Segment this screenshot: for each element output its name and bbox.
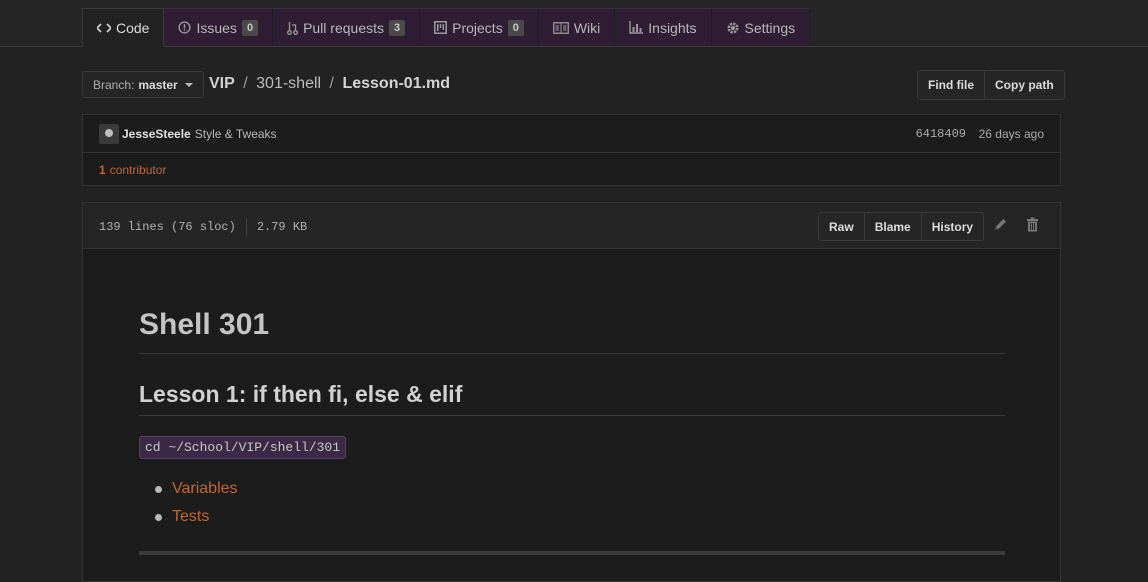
breadcrumb: VIP / 301-shell / Lesson-01.md [209, 75, 450, 93]
file-line-count: 139 lines (76 sloc) [99, 220, 236, 234]
copy-path-button[interactable]: Copy path [985, 71, 1064, 99]
pencil-icon[interactable] [993, 217, 1008, 237]
code-icon [97, 22, 111, 34]
tab-settings[interactable]: Settings [711, 8, 811, 46]
commit-sha-link[interactable]: 6418409 [916, 127, 966, 141]
link-list: Variables Tests [139, 475, 1005, 531]
find-file-button[interactable]: Find file [918, 71, 985, 99]
repo-tabs: Code Issues 0 Pull requests 3 Projects 0 [82, 8, 811, 47]
pull-request-icon [287, 21, 299, 35]
gear-icon [726, 21, 740, 35]
history-button[interactable]: History [922, 213, 983, 240]
readme-content: Shell 301 Lesson 1: if then fi, else & e… [139, 263, 1005, 555]
repo-nav-bar: Code Issues 0 Pull requests 3 Projects 0 [0, 0, 1148, 47]
contributor-count: 1 [99, 163, 106, 177]
inline-code: cd ~/School/VIP/shell/301 [139, 436, 347, 459]
contributor-label: contributor [109, 163, 167, 177]
tab-issues[interactable]: Issues 0 [164, 8, 274, 46]
variables-link[interactable]: Variables [172, 480, 238, 498]
list-item: Variables [155, 475, 1005, 503]
commit-author-link[interactable]: JesseSteele [122, 127, 191, 141]
tab-code[interactable]: Code [82, 8, 165, 47]
commit-tease: JesseSteele Style & Tweaks 6418409 26 da… [82, 114, 1061, 186]
tab-issues-label: Issues [196, 19, 237, 36]
tests-link[interactable]: Tests [172, 508, 209, 526]
file-nav-button-group: Find file Copy path [917, 70, 1065, 100]
bullet-icon [155, 485, 162, 493]
project-icon [434, 21, 448, 34]
chevron-down-icon [184, 82, 193, 87]
commit-message-link[interactable]: Style & Tweaks [195, 127, 277, 141]
tab-code-label: Code [116, 19, 150, 36]
file-info: 139 lines (76 sloc) 2.79 KB [99, 218, 307, 236]
tab-wiki-label: Wiki [573, 19, 601, 36]
heading-1: Shell 301 [139, 307, 1005, 354]
tab-insights[interactable]: Insights [615, 8, 712, 46]
contributors-row[interactable]: 1 contributor [83, 153, 1060, 187]
tab-insights-label: Insights [648, 19, 697, 36]
bullet-icon [155, 513, 162, 521]
breadcrumb-separator: / [243, 75, 248, 92]
breadcrumb-root-link[interactable]: VIP [209, 75, 235, 92]
breadcrumb-file-name: Lesson-01.md [342, 75, 451, 92]
file-header: 139 lines (76 sloc) 2.79 KB Raw Blame Hi… [83, 203, 1060, 249]
graph-icon [629, 21, 644, 34]
commit-time: 26 days ago [978, 126, 1044, 141]
file-view-button-group: Raw Blame History [818, 212, 985, 241]
heading-2: Lesson 1: if then fi, else & elif [139, 379, 1005, 416]
file-size: 2.79 KB [256, 220, 308, 234]
tab-settings-label: Settings [744, 19, 796, 36]
tab-projects-label: Projects [452, 19, 503, 36]
trash-icon[interactable] [1026, 217, 1039, 237]
book-icon [552, 21, 569, 34]
horizontal-rule [139, 551, 1005, 555]
list-item: Tests [155, 503, 1005, 531]
tab-projects[interactable]: Projects 0 [420, 8, 539, 46]
pull-requests-counter: 3 [389, 19, 406, 36]
file-info-divider [245, 218, 247, 236]
branch-name: master [138, 77, 178, 92]
blame-button[interactable]: Blame [865, 213, 922, 240]
branch-prefix: Branch: [93, 77, 135, 92]
breadcrumb-separator: / [329, 75, 334, 92]
issue-icon [178, 21, 192, 34]
raw-button[interactable]: Raw [819, 213, 865, 240]
issues-counter: 0 [241, 19, 259, 36]
tab-wiki[interactable]: Wiki [538, 8, 616, 46]
tab-pull-requests-label: Pull requests [303, 19, 384, 36]
branch-select-button[interactable]: Branch: master [82, 71, 204, 98]
tab-pull-requests[interactable]: Pull requests 3 [273, 8, 421, 46]
breadcrumb-folder-link[interactable]: 301-shell [256, 75, 321, 92]
projects-counter: 0 [507, 19, 524, 36]
file-viewer: 139 lines (76 sloc) 2.79 KB Raw Blame Hi… [82, 202, 1061, 582]
avatar[interactable] [99, 123, 119, 144]
latest-commit-row: JesseSteele Style & Tweaks 6418409 26 da… [83, 115, 1060, 153]
